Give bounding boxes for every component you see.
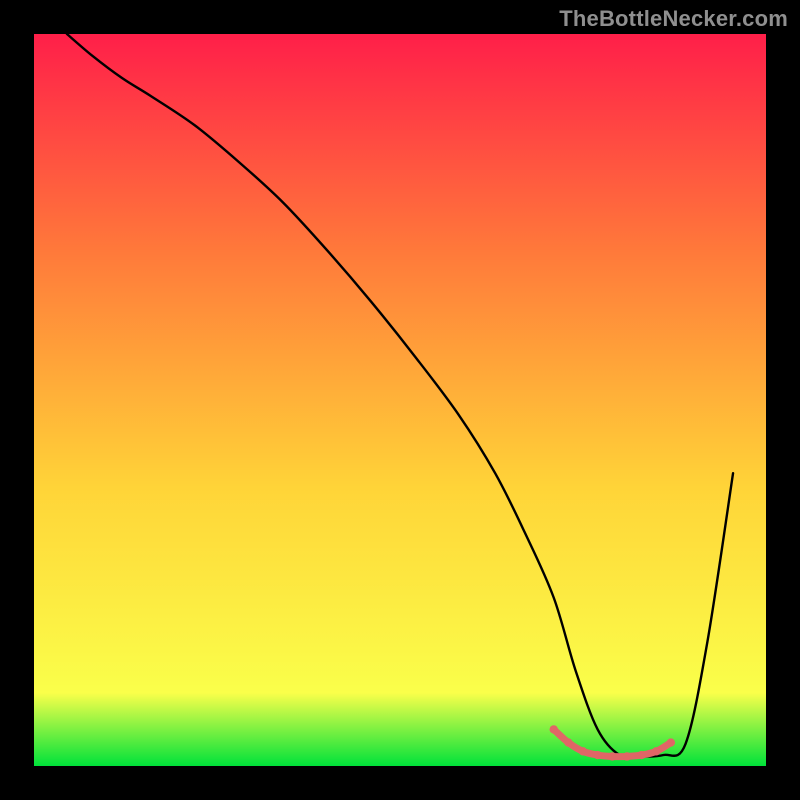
optimal-dot <box>623 752 631 760</box>
plot-area <box>34 34 766 766</box>
optimal-dot <box>667 738 675 746</box>
optimal-dot <box>608 752 616 760</box>
optimal-dot <box>579 747 587 755</box>
bottleneck-chart-svg <box>0 0 800 800</box>
chart-wrapper: TheBottleNecker.com <box>0 0 800 800</box>
optimal-dot <box>564 738 572 746</box>
optimal-dot <box>550 725 558 733</box>
optimal-dot <box>593 751 601 759</box>
optimal-dot <box>637 751 645 759</box>
optimal-dot <box>652 747 660 755</box>
